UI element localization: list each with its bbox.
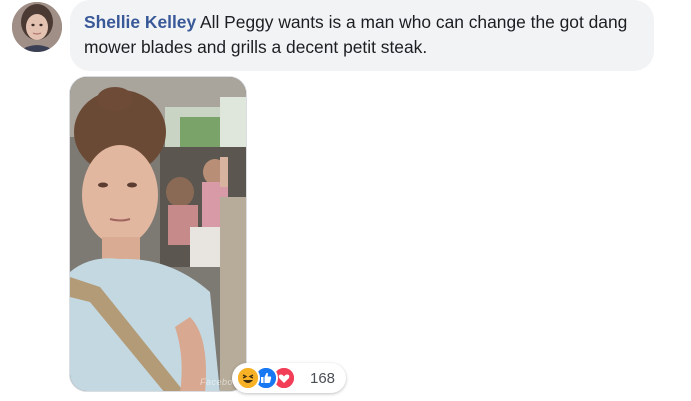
comment-body: Shellie Kelley All Peggy wants is a man …: [84, 10, 640, 60]
comment-attachment-image[interactable]: Facebook: [69, 76, 247, 392]
comment-bubble: Shellie Kelley All Peggy wants is a man …: [70, 0, 654, 71]
reactions-summary[interactable]: 168: [232, 363, 346, 393]
avatar-image: [12, 2, 62, 52]
comment-author-link[interactable]: Shellie Kelley: [84, 12, 196, 32]
haha-icon: [236, 366, 260, 390]
commenter-avatar[interactable]: [12, 2, 62, 52]
comment: Shellie Kelley All Peggy wants is a man …: [0, 0, 691, 401]
reaction-count: 168: [310, 369, 336, 387]
reaction-icons: [236, 365, 308, 391]
attachment-photo: [70, 77, 246, 391]
